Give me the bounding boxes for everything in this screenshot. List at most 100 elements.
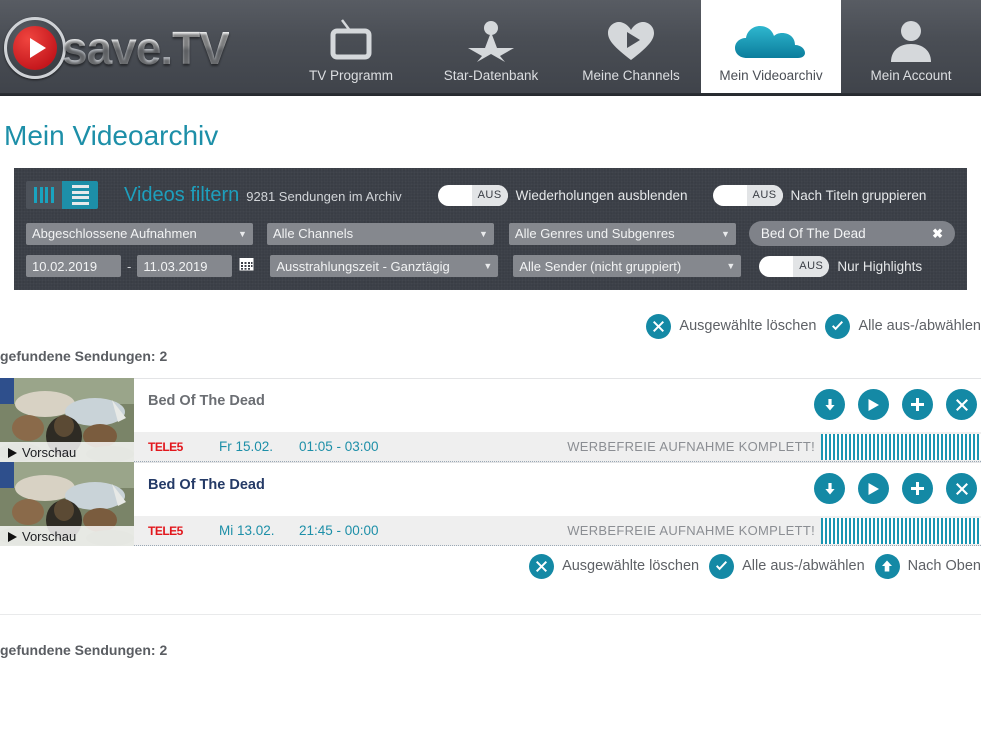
preview-thumbnail[interactable]: Vorschau — [0, 462, 134, 546]
channel-logo: TELE5 — [148, 439, 183, 454]
search-chip[interactable]: Bed Of The Dead ✖ — [748, 221, 955, 246]
toggle-gruppieren-switch[interactable]: AUS — [712, 184, 783, 206]
close-icon[interactable]: ✖ — [932, 226, 943, 242]
cloud-icon — [733, 16, 809, 62]
nav-label: Mein Videoarchiv — [719, 68, 823, 83]
filter-heading: Videos filtern — [124, 183, 240, 206]
row-title[interactable]: Bed Of The Dead — [134, 379, 814, 409]
broadcast-time: 01:05 - 03:00 — [299, 439, 379, 454]
recording-note: WERBEFREIE AUFNAHME KOMPLETT! — [567, 523, 815, 538]
nav-item-mein-account[interactable]: Mein Account — [841, 0, 981, 93]
date-from-value: 10.02.2019 — [32, 258, 98, 274]
toggle-wiederholungen-switch[interactable]: AUS — [437, 184, 508, 206]
plus-icon[interactable] — [902, 473, 933, 504]
filter-top-row: Videos filtern 9281 Sendungen im Archiv … — [26, 178, 955, 212]
chevron-down-icon: ▼ — [483, 261, 493, 271]
preview-thumbnail[interactable]: Vorschau — [0, 378, 134, 462]
select-channels[interactable]: Alle Channels ▼ — [266, 222, 494, 245]
toggle-highlights: AUS Nur Highlights — [759, 255, 923, 277]
site-logo[interactable]: save.TV — [0, 0, 281, 96]
nav-item-meine-channels[interactable]: Meine Channels — [561, 0, 701, 93]
recording-progress-bar — [821, 517, 981, 544]
row-body: Bed Of The Dead TELE — [134, 378, 981, 462]
check-circle-icon — [825, 313, 851, 339]
table-row: Vorschau Bed Of The Dead — [0, 378, 981, 462]
action-label: Alle aus-/abwählen — [858, 318, 981, 334]
toggle-label: Nach Titeln gruppieren — [790, 187, 927, 203]
delete-selected-button-top[interactable]: Ausgewählte löschen — [646, 313, 816, 339]
preview-label: Vorschau — [0, 442, 134, 462]
row-main: Bed Of The Dead — [134, 462, 981, 516]
recording-note: WERBEFREIE AUFNAHME KOMPLETT! — [567, 439, 815, 454]
action-label: Alle aus-/abwählen — [742, 558, 865, 574]
date-to-value: 11.03.2019 — [143, 258, 208, 274]
select-recordings[interactable]: Abgeschlossene Aufnahmen ▼ — [26, 222, 253, 245]
broadcast-day: Mi 13.02. — [219, 523, 275, 538]
channel-logo: TELE5 — [148, 523, 183, 538]
row-body: Bed Of The Dead TELE — [134, 462, 981, 546]
top-navigation: save.TV TV Programm Star-Datenbank Meine… — [0, 0, 981, 96]
preview-label: Vorschau — [0, 526, 134, 546]
calendar-icon[interactable] — [239, 256, 254, 276]
logo-play-disc-icon — [4, 17, 66, 79]
page-title: Mein Videoarchiv — [4, 120, 219, 151]
play-icon[interactable] — [858, 389, 889, 420]
row-action-buttons — [814, 463, 981, 504]
grid-view-icon[interactable] — [26, 181, 62, 209]
download-icon[interactable] — [814, 473, 845, 504]
results-list: Vorschau Bed Of The Dead TELE5 Fr 15.02.… — [0, 378, 981, 546]
select-airtime[interactable]: Ausstrahlungszeit - Ganztägig ▼ — [270, 255, 499, 277]
scroll-to-top-button[interactable]: Nach Oben — [874, 553, 981, 579]
delete-selected-button-bottom[interactable]: Ausgewählte löschen — [529, 553, 699, 579]
toggle-highlights-switch[interactable]: AUS — [759, 255, 830, 277]
list-view-icon[interactable] — [62, 181, 98, 209]
toggle-wiederholungen: AUS Wiederholungen ausblenden — [437, 184, 688, 206]
nav-items: TV Programm Star-Datenbank Meine Channel… — [281, 0, 981, 96]
nav-item-mein-videoarchiv[interactable]: Mein Videoarchiv — [701, 0, 841, 93]
found-count-bottom: gefundene Sendungen: 2 — [0, 642, 168, 658]
row-action-buttons — [814, 379, 981, 420]
table-row: Vorschau Bed Of The Dead — [0, 462, 981, 546]
select-all-button-top[interactable]: Alle aus-/abwählen — [825, 313, 981, 339]
toggle-gruppieren: AUS Nach Titeln gruppieren — [712, 184, 927, 206]
delete-circle-icon — [529, 553, 555, 579]
play-icon[interactable] — [858, 473, 889, 504]
delete-circle-icon — [646, 313, 672, 339]
nav-item-star-datenbank[interactable]: Star-Datenbank — [421, 0, 561, 93]
check-circle-icon — [709, 553, 735, 579]
toggle-state: AUS — [471, 184, 508, 206]
row-title[interactable]: Bed Of The Dead — [134, 463, 814, 493]
tv-icon — [324, 16, 378, 62]
star-person-icon — [464, 16, 518, 62]
select-senders[interactable]: Alle Sender (nicht gruppiert) ▼ — [513, 255, 742, 277]
nav-label: Meine Channels — [582, 68, 680, 83]
archive-count: 9281 Sendungen im Archiv — [246, 188, 402, 204]
search-chip-text: Bed Of The Dead — [760, 226, 866, 241]
broadcast-time: 21:45 - 00:00 — [299, 523, 379, 538]
date-to-input[interactable]: 11.03.2019 — [137, 255, 233, 277]
select-genres[interactable]: Alle Genres und Subgenres ▼ — [508, 222, 736, 245]
action-row-bottom: Ausgewählte löschen Alle aus-/abwählen N… — [0, 546, 981, 586]
filter-heading-group: Videos filtern 9281 Sendungen im Archiv — [124, 184, 402, 207]
select-value: Alle Channels — [272, 226, 354, 241]
person-icon — [884, 16, 938, 62]
toggle-label: Nur Highlights — [837, 258, 923, 274]
select-value: Abgeschlossene Aufnahmen — [32, 226, 197, 241]
select-all-button-bottom[interactable]: Alle aus-/abwählen — [709, 553, 865, 579]
row-main: Bed Of The Dead — [134, 378, 981, 432]
nav-item-tv-programm[interactable]: TV Programm — [281, 0, 421, 93]
nav-label: Star-Datenbank — [443, 68, 539, 83]
plus-icon[interactable] — [902, 389, 933, 420]
download-icon[interactable] — [814, 389, 845, 420]
close-icon[interactable] — [946, 473, 977, 504]
date-range-separator: - — [127, 258, 132, 274]
recording-progress-bar — [821, 433, 981, 460]
date-from-input[interactable]: 10.02.2019 — [26, 255, 121, 277]
toggle-label: Wiederholungen ausblenden — [515, 187, 688, 203]
filter-middle-row: Abgeschlossene Aufnahmen ▼ Alle Channels… — [26, 221, 955, 246]
row-meta: TELE5 Mi 13.02. 21:45 - 00:00 WERBEFREIE… — [134, 516, 981, 546]
action-row-top: Ausgewählte löschen Alle aus-/abwählen — [0, 304, 981, 348]
close-icon[interactable] — [946, 389, 977, 420]
broadcast-day: Fr 15.02. — [219, 439, 274, 454]
view-toggle-group — [26, 181, 98, 209]
